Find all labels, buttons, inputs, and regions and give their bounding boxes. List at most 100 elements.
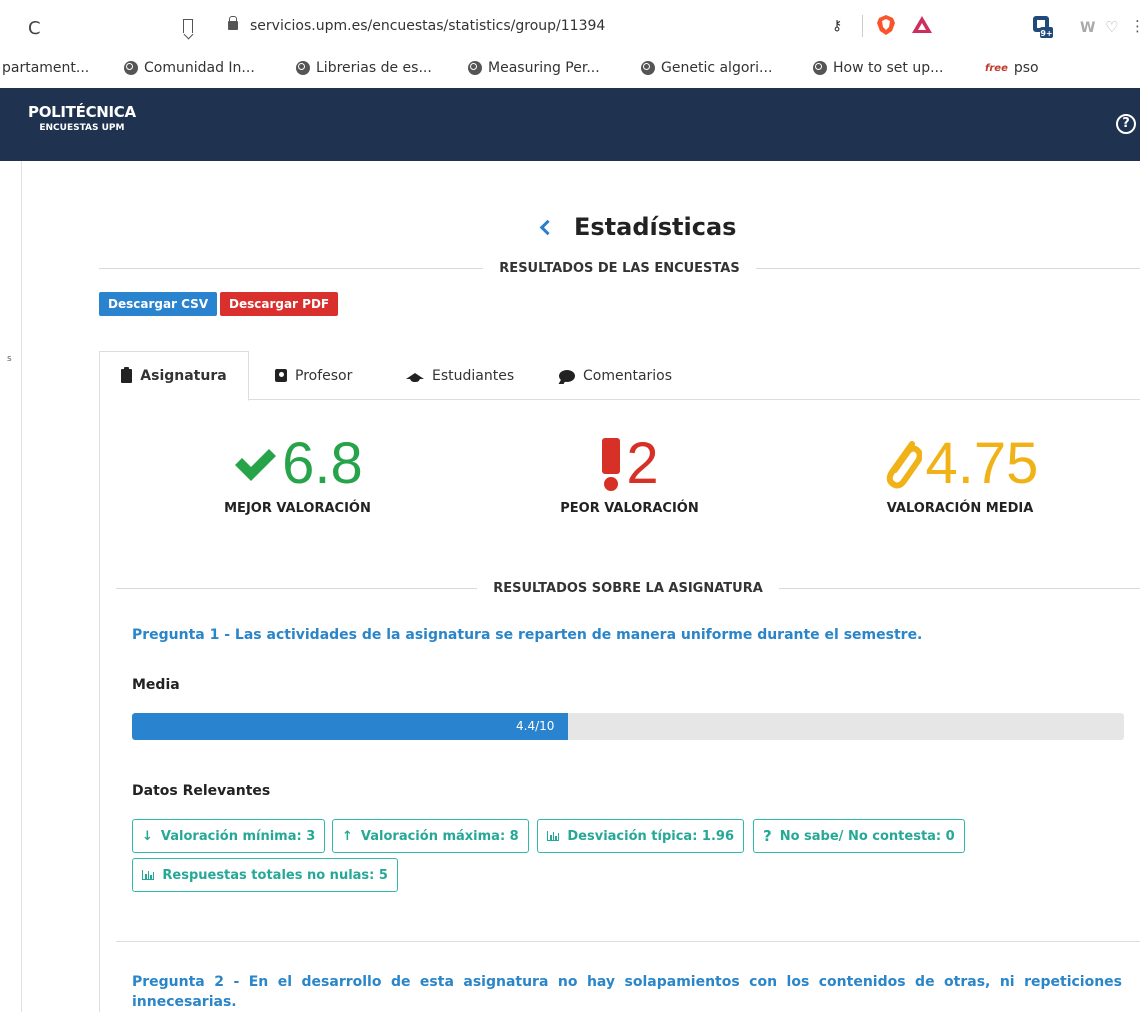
badge-text: Desviación típica: 1.96	[567, 828, 735, 844]
reload-icon[interactable]: C	[28, 18, 41, 39]
tab-comentarios[interactable]: Comentarios	[559, 351, 672, 400]
worst-rating-stat: 2 PEOR VALORACIÓN	[552, 431, 707, 517]
bookmark-item[interactable]: Genetic algori...	[641, 60, 772, 76]
std-dev-badge: Desviación típica: 1.96	[537, 819, 745, 853]
paperclip-icon	[886, 441, 922, 489]
question-separator	[116, 941, 1140, 942]
graduation-cap-icon	[406, 372, 424, 382]
bookmark-item[interactable]: partament...	[2, 60, 89, 76]
page-title: Estadísticas	[574, 213, 737, 241]
bookmark-label: partament...	[2, 60, 90, 76]
urlbar-separator	[862, 15, 863, 37]
bookmark-item[interactable]: Librerias de es...	[296, 60, 432, 76]
logo-main-text: POLITÉCNICA	[28, 103, 136, 121]
media-progress-bar: 4.4/10	[132, 713, 1124, 740]
pocket-icon[interactable]: ♡	[1105, 18, 1118, 36]
rail-mark: s	[7, 354, 12, 364]
relevant-data-label: Datos Relevantes	[132, 783, 271, 799]
bat-rewards-icon[interactable]	[912, 16, 932, 33]
badge-text: Valoración mínima: 3	[160, 828, 316, 844]
menu-icon[interactable]: ⋮	[1130, 17, 1140, 35]
bookmark-item[interactable]: free pso	[985, 60, 1039, 76]
url-host: servicios.upm.es	[250, 18, 368, 34]
tab-profesor[interactable]: Profesor	[275, 351, 352, 400]
w-extension-icon[interactable]: W	[1080, 20, 1095, 36]
total-responses-badge: Respuestas totales no nulas: 5	[132, 858, 398, 892]
tab-label: Profesor	[295, 367, 353, 384]
globe-icon	[813, 61, 827, 75]
exclamation-icon	[602, 438, 621, 491]
max-rating-badge: ↑ Valoración máxima: 8	[332, 819, 529, 853]
globe-icon	[641, 61, 655, 75]
download-csv-button[interactable]: Descargar CSV	[99, 292, 218, 316]
url-path: /encuestas/statistics/group/11394	[367, 18, 606, 34]
globe-icon	[468, 61, 482, 75]
comment-icon	[559, 369, 575, 382]
app-header: POLITÉCNICA ENCUESTAS UPM ?	[0, 88, 1140, 161]
bookmarks-bar: partament... Comunidad In... Librerias d…	[0, 54, 1140, 88]
media-progress-fill	[132, 713, 568, 740]
media-progress-text: 4.4/10	[516, 719, 555, 733]
bookmark-label: Comunidad In...	[144, 60, 255, 76]
url-text[interactable]: servicios.upm.es/encuestas/statistics/gr…	[250, 18, 605, 34]
lock-icon[interactable]	[228, 16, 238, 30]
bookmark-icon[interactable]	[183, 19, 193, 33]
badge-text: Valoración máxima: 8	[360, 828, 519, 844]
globe-icon	[124, 61, 138, 75]
logo-sub-text: ENCUESTAS UPM	[39, 123, 125, 133]
tab-label: Comentarios	[583, 367, 673, 384]
download-pdf-button[interactable]: Descargar PDF	[220, 292, 339, 316]
check-icon	[235, 449, 277, 481]
subject-heading: RESULTADOS SOBRE LA ASIGNATURA	[493, 580, 763, 596]
bookmark-label: Librerias de es...	[316, 60, 432, 76]
subject-divider: RESULTADOS SOBRE LA ASIGNATURA	[116, 578, 1140, 598]
tab-estudiantes[interactable]: Estudiantes	[406, 351, 514, 400]
bookmark-item[interactable]: Measuring Per...	[468, 60, 600, 76]
tab-bar: Asignatura Profesor Estudiantes Comentar…	[99, 351, 1140, 401]
no-answer-badge: ? No sabe/ No contesta: 0	[753, 819, 965, 853]
worst-rating-label: PEOR VALORACIÓN	[560, 501, 699, 516]
mean-rating-label: VALORACIÓN MEDIA	[886, 501, 1034, 516]
globe-icon	[296, 61, 310, 75]
clipboard-icon	[121, 367, 133, 383]
tab-panel-border	[99, 399, 100, 1012]
left-rail: s	[0, 161, 22, 1012]
bookmark-label: How to set up...	[833, 60, 944, 76]
mean-rating-value: 4.75	[925, 431, 1039, 496]
media-label: Media	[132, 677, 180, 693]
key-icon[interactable]: ⚷	[832, 18, 842, 34]
bookmark-label: pso	[1013, 60, 1039, 76]
bookmark-label: Measuring Per...	[488, 60, 600, 76]
help-icon[interactable]: ?	[1116, 114, 1136, 134]
arrow-up-icon: ↑	[342, 828, 353, 844]
divider-line	[778, 587, 1140, 589]
free-icon: free	[985, 62, 1008, 74]
upm-logo[interactable]: POLITÉCNICA ENCUESTAS UPM	[28, 103, 136, 133]
contact-card-icon	[275, 369, 287, 382]
address-bar[interactable]: servicios.upm.es/encuestas/statistics/gr…	[210, 9, 950, 45]
extension-icon[interactable]: 9+	[1032, 15, 1054, 39]
divider-line	[116, 587, 478, 589]
extension-badge: 9+	[1040, 29, 1052, 38]
brave-shield-icon[interactable]	[876, 14, 896, 36]
tab-label: Asignatura	[140, 368, 227, 384]
min-rating-badge: ↓ Valoración mínima: 3	[132, 819, 326, 853]
arrow-down-icon: ↓	[142, 828, 153, 844]
question-1-title: Pregunta 1 - Las actividades de la asign…	[132, 627, 923, 643]
question-2-title: Pregunta 2 - En el desarrollo de esta as…	[132, 974, 1122, 1010]
divider-line	[755, 267, 1140, 269]
tab-asignatura[interactable]: Asignatura	[99, 351, 249, 401]
best-rating-value: 6.8	[282, 431, 363, 496]
browser-toolbar: C servicios.upm.es/encuestas/statistics/…	[0, 0, 1140, 54]
bookmark-item[interactable]: How to set up...	[813, 60, 943, 76]
tab-label: Estudiantes	[432, 367, 515, 384]
bookmark-item[interactable]: Comunidad In...	[124, 60, 255, 76]
back-chevron-icon[interactable]	[539, 219, 556, 236]
badge-text: No sabe/ No contesta: 0	[779, 828, 955, 844]
question-mark-icon: ?	[763, 827, 772, 845]
bar-chart-icon	[142, 870, 155, 880]
best-rating-stat: 6.8 MEJOR VALORACIÓN	[215, 431, 380, 517]
best-rating-label: MEJOR VALORACIÓN	[224, 501, 371, 516]
bookmark-label: Genetic algori...	[661, 60, 773, 76]
worst-rating-value: 2	[626, 431, 659, 496]
